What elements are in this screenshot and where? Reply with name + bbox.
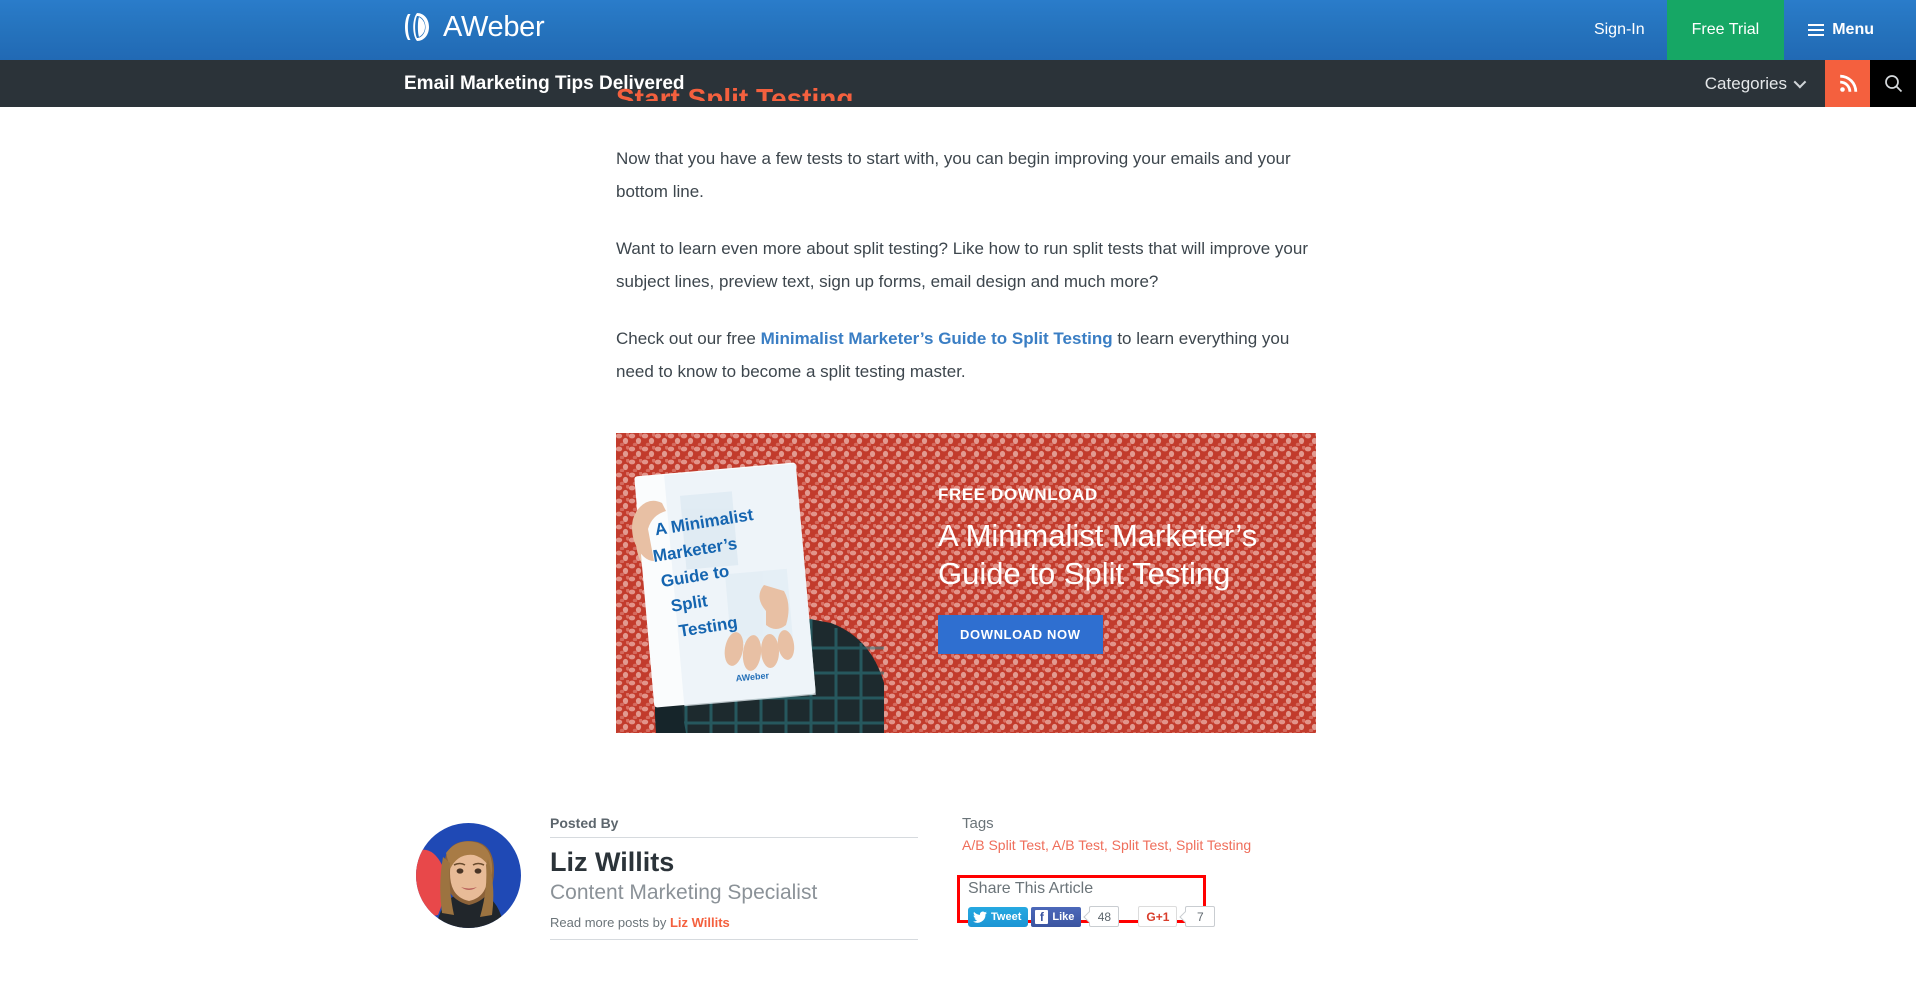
download-now-button[interactable]: DOWNLOAD NOW: [938, 615, 1103, 654]
banner-photo-person: A Minimalist Marketer’s Guide to Split T…: [632, 462, 884, 733]
sub-nav-actions: Categories: [1683, 60, 1916, 107]
facebook-like-button[interactable]: f Like: [1031, 906, 1082, 927]
banner-title-line-2: Guide to Split Testing: [938, 556, 1231, 591]
read-more-prefix: Read more posts by: [550, 915, 670, 930]
paragraph-2: Want to learn even more about split test…: [616, 239, 1308, 291]
share-buttons-row: Tweet f Like 48 G+1 7: [968, 906, 1216, 927]
categories-label: Categories: [1704, 73, 1787, 93]
twitter-tweet-button[interactable]: Tweet: [968, 906, 1029, 927]
tags-share-column: Tags A/B Split Test, A/B Test, Split Tes…: [957, 815, 1262, 927]
rss-icon: [1839, 74, 1857, 92]
search-icon: [1884, 75, 1902, 93]
top-header-bar: AWeber Sign-In Free Trial Menu: [0, 0, 1916, 60]
aweber-logo[interactable]: AWeber: [404, 11, 545, 43]
top-nav: Sign-In Free Trial Menu: [1572, 0, 1916, 60]
menu-button-label: Menu: [1832, 21, 1874, 38]
author-role: Content Marketing Specialist: [550, 881, 818, 904]
facebook-icon: f: [1035, 909, 1049, 924]
paragraph-3-before: Check out our free: [616, 329, 761, 348]
guide-inline-link[interactable]: Minimalist Marketer’s Guide to Split Tes…: [761, 329, 1113, 348]
google-plus-icon: G+1: [1146, 909, 1170, 924]
posted-by-label: Posted By: [550, 815, 918, 838]
paragraph-1: Now that you have a few tests to start w…: [616, 149, 1291, 201]
paragraph-3: Check out our free Minimalist Marketer’s…: [616, 322, 1316, 388]
section-heading: Start Split Testing: [616, 83, 854, 101]
banner-title: A Minimalist Marketer’s Guide to Split T…: [938, 517, 1308, 593]
author-read-more: Read more posts by Liz Willits: [550, 915, 918, 940]
hamburger-icon: [1808, 24, 1825, 36]
rss-button[interactable]: [1825, 60, 1870, 107]
categories-dropdown[interactable]: Categories: [1683, 60, 1825, 107]
author-info: Posted By Liz Willits Content Marketing …: [550, 815, 918, 940]
menu-button[interactable]: Menu: [1784, 0, 1916, 60]
tags-links[interactable]: A/B Split Test, A/B Test, Split Test, Sp…: [962, 837, 1251, 853]
google-plus-button[interactable]: G+1: [1138, 906, 1178, 927]
author-profile-link[interactable]: Liz Willits: [670, 915, 730, 930]
like-label: Like: [1052, 910, 1075, 923]
google-plus-count: 7: [1185, 906, 1216, 927]
banner-title-line-1: A Minimalist Marketer’s: [938, 518, 1258, 553]
banner-kicker: FREE DOWNLOAD: [938, 485, 1098, 504]
promo-banner[interactable]: A Minimalist Marketer’s Guide to Split T…: [616, 433, 1316, 733]
tweet-label: Tweet: [991, 910, 1022, 923]
sign-in-link[interactable]: Sign-In: [1572, 0, 1667, 60]
chevron-down-icon: [1793, 75, 1807, 89]
banner-copy: FREE DOWNLOAD A Minimalist Marketer’s Gu…: [938, 485, 1308, 654]
avatar: [416, 823, 521, 928]
facebook-share-count: 48: [1089, 906, 1120, 927]
share-this-article-label: Share This Article: [968, 880, 1094, 897]
twitter-bird-icon: [973, 911, 987, 923]
author-name: Liz Willits: [550, 847, 675, 877]
aweber-logo-text: AWeber: [443, 11, 545, 43]
sub-nav-bar: Email Marketing Tips Delivered Categorie…: [0, 60, 1916, 107]
aweber-logo-mark: [405, 13, 429, 41]
tags-list[interactable]: A/B Split Test, A/B Test, Split Test, Sp…: [962, 837, 1262, 853]
avatar-photo: [416, 823, 521, 928]
search-button[interactable]: [1870, 60, 1916, 107]
free-trial-button[interactable]: Free Trial: [1666, 0, 1785, 60]
tags-label: Tags: [962, 815, 994, 832]
